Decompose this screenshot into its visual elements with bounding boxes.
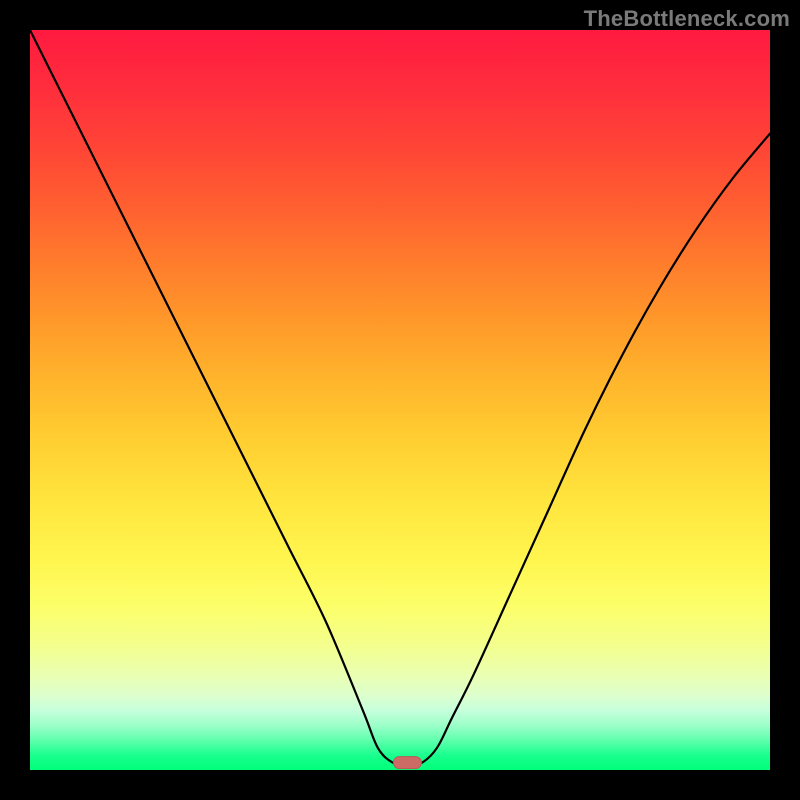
plot-area — [30, 30, 770, 770]
chart-container: TheBottleneck.com — [0, 0, 800, 800]
curve-svg — [30, 30, 770, 770]
bottleneck-curve — [30, 30, 770, 766]
watermark-text: TheBottleneck.com — [584, 6, 790, 32]
optimal-marker — [393, 757, 421, 769]
